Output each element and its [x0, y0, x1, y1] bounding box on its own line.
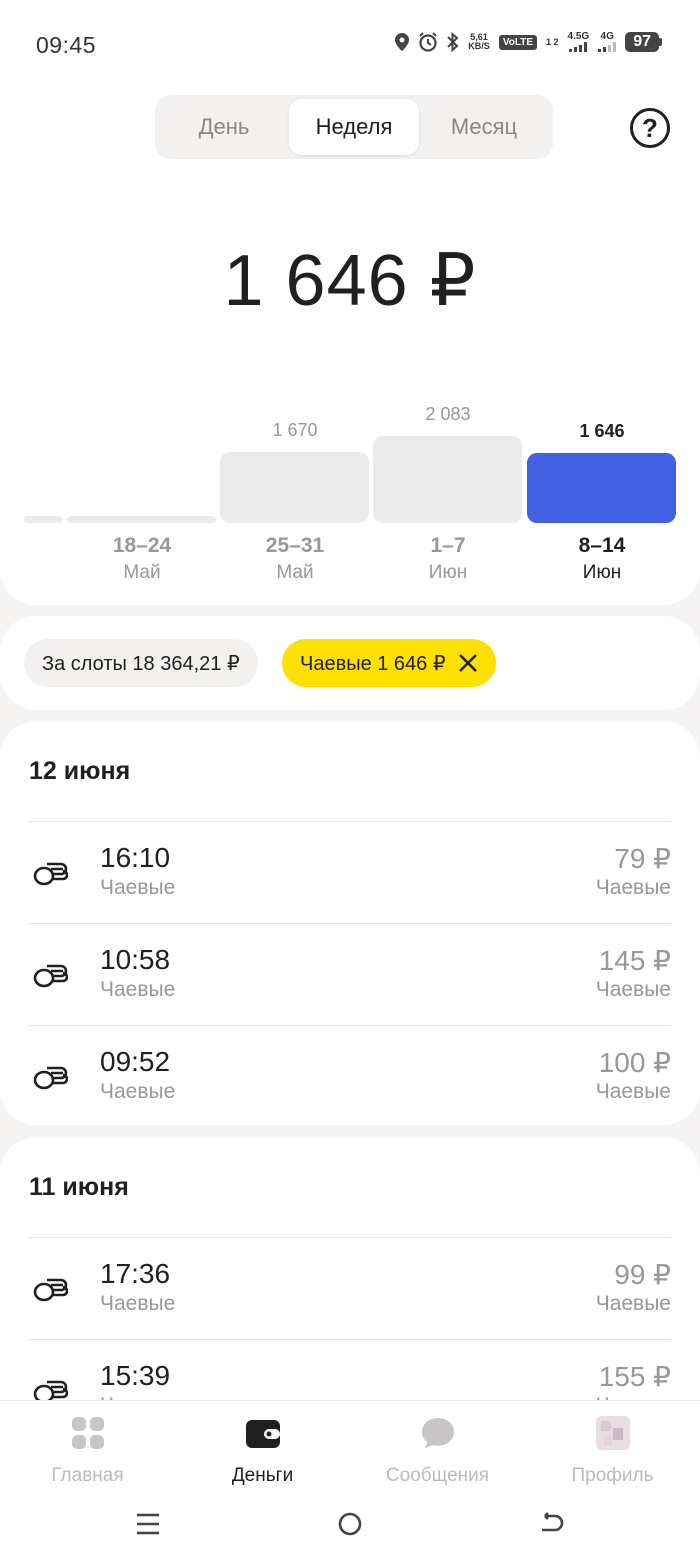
signal-bars-icon	[569, 42, 588, 52]
row-amount: 155 ₽	[598, 1361, 671, 1392]
chart-x-range: 25–31	[265, 534, 325, 557]
period-selector: День Неделя Месяц	[155, 95, 553, 159]
status-time: 09:45	[36, 32, 97, 58]
system-nav-bar	[0, 1501, 700, 1551]
menu-icon[interactable]	[128, 1509, 168, 1539]
tab-profile[interactable]: Профиль	[525, 1416, 700, 1487]
chart-x-range: 18–24	[112, 534, 172, 557]
row-amount: 99 ₽	[614, 1259, 671, 1290]
chart-x-range: 1–7	[430, 534, 466, 557]
chart-x-label: 18–24 Май	[67, 534, 217, 584]
battery-icon: 97	[625, 32, 662, 52]
chip-slots-label: За слоты 18 364,21 ₽	[42, 652, 240, 675]
bottom-tab-bar: Главная Деньги Сообщения Профиль	[0, 1400, 700, 1556]
row-category: Чаевые	[595, 1292, 671, 1315]
signal-bars-icon	[598, 42, 617, 52]
row-category: Чаевые	[595, 1080, 671, 1103]
close-icon[interactable]	[458, 653, 478, 673]
row-time: 15:39	[100, 1360, 171, 1391]
coins-icon	[33, 964, 68, 988]
volte-badge: VoLTE	[498, 34, 537, 50]
tab-week[interactable]: Неделя	[289, 99, 419, 155]
location-icon	[395, 33, 410, 51]
chart-x-label: 25–31 Май	[220, 534, 370, 584]
row-amount: 79 ₽	[614, 843, 671, 874]
coins-icon	[33, 1278, 68, 1302]
row-time: 10:58	[100, 944, 171, 975]
group-date: 11 июня	[29, 1173, 129, 1201]
transaction-row[interactable]: 16:10 Чаевые 79 ₽ Чаевые	[28, 821, 671, 923]
tab-home-label: Главная	[51, 1465, 124, 1486]
chart-value-label: 1 646	[579, 421, 625, 441]
chart-bar-0[interactable]	[24, 516, 62, 523]
weekly-chart: 1 670 2 083 1 646 18–24 Май 25–31 Май 1–…	[0, 390, 700, 590]
status-bar: 09:45 5,61 KB/S VoLTE 1 2 4.5G 4G 97	[0, 0, 700, 90]
row-category: Чаевые	[595, 978, 671, 1001]
net-speed-unit: KB/S	[468, 41, 490, 51]
chart-bar-4[interactable]	[527, 453, 676, 523]
chart-x-month: Июн	[428, 562, 468, 583]
signal-1-gen: 4.5G	[567, 31, 590, 42]
home-circle-icon[interactable]	[330, 1509, 370, 1539]
chat-bubble-icon	[421, 1418, 454, 1448]
chart-bar-2[interactable]	[220, 452, 369, 523]
chart-x-month: Июн	[582, 562, 622, 583]
row-type: Чаевые	[100, 978, 176, 1001]
chart-value-label: 2 083	[425, 404, 471, 424]
tab-money-label: Деньги	[231, 1465, 294, 1486]
status-icons: 5,61 KB/S VoLTE 1 2 4.5G 4G 97	[395, 32, 662, 52]
wallet-icon	[245, 1420, 280, 1448]
chip-tips[interactable]: Чаевые 1 646 ₽	[282, 639, 496, 687]
net-speed: 5,61 KB/S	[468, 33, 490, 51]
row-amount: 145 ₽	[598, 945, 671, 976]
tab-profile-label: Профиль	[571, 1465, 654, 1486]
signal-2: 4G	[598, 31, 617, 52]
transaction-row[interactable]: 10:58 Чаевые 145 ₽ Чаевые	[28, 923, 671, 1025]
row-type: Чаевые	[100, 1080, 176, 1103]
chart-value-label: 1 670	[272, 420, 318, 440]
row-time: 16:10	[100, 842, 171, 873]
chart-bar-3[interactable]	[373, 436, 522, 523]
row-time: 09:52	[100, 1046, 171, 1077]
coins-icon	[33, 862, 68, 886]
coins-icon	[33, 1066, 68, 1090]
alarm-icon	[419, 32, 438, 52]
chart-x-label: 1–7 Июн	[373, 534, 523, 584]
chart-x-month: Май	[123, 562, 161, 583]
chart-x-month: Май	[276, 562, 314, 583]
chip-tips-label: Чаевые 1 646 ₽	[300, 652, 446, 675]
row-category: Чаевые	[595, 876, 671, 899]
grid-icon	[71, 1417, 104, 1449]
tab-messages[interactable]: Сообщения	[350, 1416, 525, 1487]
row-amount: 100 ₽	[598, 1047, 671, 1078]
total-amount: 1 646 ₽	[223, 241, 477, 321]
day-group: 11 июня 17:36 Чаевые 99 ₽ Чаевые 15:39 Ч…	[0, 1137, 700, 1437]
bluetooth-icon	[447, 32, 459, 52]
summary-card: День Неделя Месяц ? 1 646 ₽ 1 670 2 083 …	[0, 90, 700, 605]
chart-bar-1[interactable]	[67, 516, 216, 523]
chip-slots[interactable]: За слоты 18 364,21 ₽	[24, 639, 258, 687]
chart-x-label: 8–14 Июн	[527, 534, 677, 584]
battery-level: 97	[625, 32, 659, 52]
transaction-row[interactable]: 09:52 Чаевые 100 ₽ Чаевые	[28, 1025, 671, 1127]
avatar	[595, 1416, 630, 1450]
tab-money[interactable]: Деньги	[175, 1416, 350, 1487]
tab-home[interactable]: Главная	[0, 1416, 175, 1487]
help-icon[interactable]: ?	[630, 108, 670, 148]
day-group: 12 июня 16:10 Чаевые 79 ₽ Чаевые 10:58 Ч…	[0, 721, 700, 1125]
tab-day[interactable]: День	[159, 99, 289, 155]
signal-2-gen: 4G	[600, 31, 614, 42]
filter-chips: За слоты 18 364,21 ₽ Чаевые 1 646 ₽	[0, 616, 700, 710]
row-time: 17:36	[100, 1258, 171, 1289]
row-type: Чаевые	[100, 876, 176, 899]
tab-month[interactable]: Месяц	[419, 99, 549, 155]
sim-indicator: 1 2	[546, 36, 559, 47]
tab-messages-label: Сообщения	[385, 1465, 490, 1486]
signal-1: 4.5G	[567, 31, 590, 52]
group-date: 12 июня	[29, 757, 131, 785]
row-type: Чаевые	[100, 1292, 176, 1315]
back-icon[interactable]	[532, 1509, 572, 1539]
chart-x-range: 8–14	[578, 534, 626, 557]
transaction-row[interactable]: 17:36 Чаевые 99 ₽ Чаевые	[28, 1237, 671, 1339]
